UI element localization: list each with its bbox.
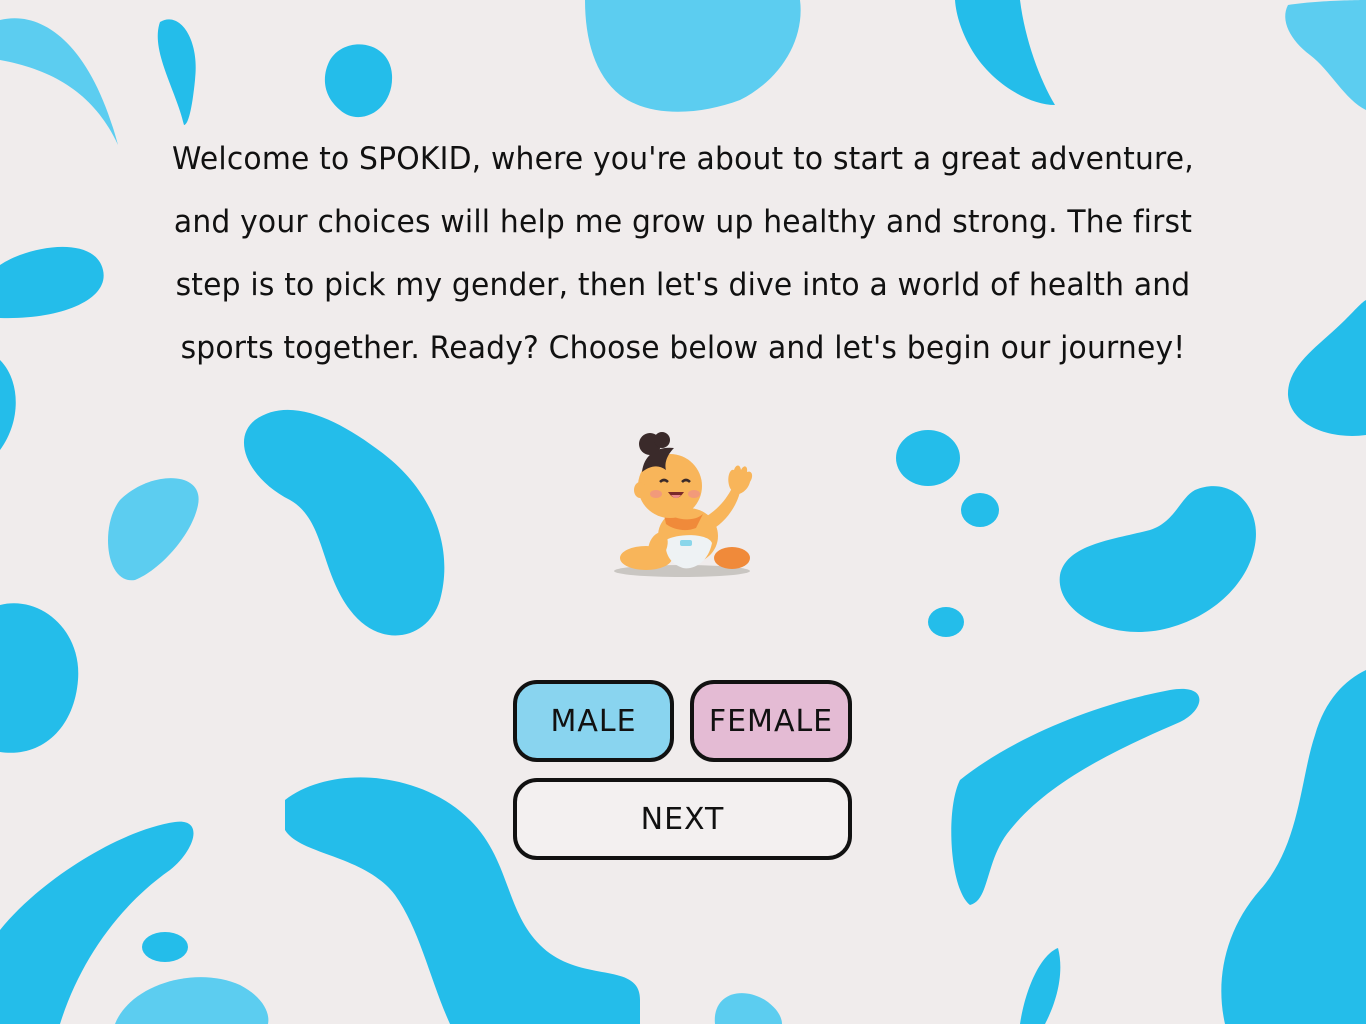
male-button[interactable]: MALE xyxy=(513,680,674,762)
female-button[interactable]: FEMALE xyxy=(690,680,852,762)
next-button[interactable]: NEXT xyxy=(513,778,852,860)
welcome-screen: Welcome to SPOKID, where you're about to… xyxy=(0,0,1366,1024)
intro-text: Welcome to SPOKID, where you're about to… xyxy=(172,141,1194,366)
baby-waving-icon xyxy=(614,432,753,577)
